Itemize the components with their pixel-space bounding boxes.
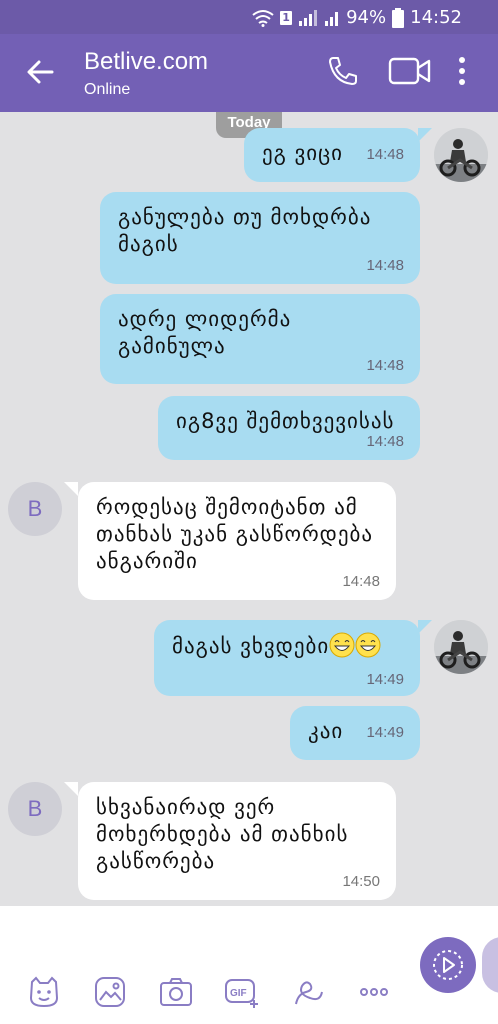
user-photo-icon [434,128,488,182]
video-call-icon[interactable] [388,54,432,88]
status-bar: 1 94% 14:52 [0,0,498,34]
message-text: განულება თუ მოხდრბა მაგის [118,205,372,256]
laughing-emoji-icon [355,632,381,658]
more-options-icon[interactable] [456,54,468,88]
svg-text:GIF: GIF [230,988,247,999]
message-time: 14:48 [366,146,404,163]
avatar[interactable] [434,620,488,674]
wifi-icon [252,9,274,27]
sticker-icon[interactable] [26,974,62,1010]
signal-icon-2 [325,11,339,26]
bubble-tail [418,128,432,142]
message-time: 14:48 [366,257,404,274]
bubble-tail [418,620,432,634]
more-icon[interactable] [356,974,392,1010]
back-arrow-icon[interactable] [22,54,58,90]
message-bubble[interactable]: ეგ ვიცი 14:48 [244,128,420,182]
message-text: სხვანაირად ვერ მოხერხდება ამ თანხის გასწ… [96,795,349,873]
camera-icon[interactable] [158,974,194,1010]
laughing-emoji-icon [329,632,355,658]
doodle-icon[interactable] [290,974,326,1010]
message-text-wrap: მაგას ვხვდები [172,632,381,660]
bubble-tail [64,482,78,496]
message-bubble[interactable]: როდესაც შემოიტანთ ამ თანხას უკან გასწორდ… [78,482,396,600]
message-bubble[interactable]: სხვანაირად ვერ მოხერხდება ამ თანხის გასწ… [78,782,396,900]
message-bubble[interactable]: განულება თუ მოხდრბა მაგის 14:48 [100,192,420,284]
user-photo-icon [434,620,488,674]
message-list[interactable]: Today ეგ ვიცი 14:48 განულება თუ მოხდრბა … [0,112,498,906]
contact-avatar[interactable]: B [8,782,62,836]
sim-indicator: 1 [280,10,293,25]
avatar[interactable] [434,128,488,182]
message-text: მაგას ვხვდები [172,634,330,658]
clock: 14:52 [410,7,462,28]
app-bar: Betlive.com Online [0,34,498,112]
message-bubble[interactable]: იგ8ვე შემთხვევისას 14:48 [158,396,420,460]
message-text: ადრე ლიდერმა გამინულა [118,307,292,358]
message-bubble[interactable]: მაგას ვხვდები 14:49 [154,620,420,696]
phone-icon[interactable] [326,54,360,88]
signal-icon [299,9,318,26]
video-message-button[interactable] [420,937,476,993]
play-icon [433,950,463,980]
battery-icon [392,7,405,28]
message-text: როდესაც შემოიტანთ ამ თანხას უკან გასწორდ… [96,495,374,573]
gif-icon[interactable]: GIF [224,974,260,1010]
gallery-icon[interactable] [92,974,128,1010]
chat-status: Online [84,81,131,98]
message-time: 14:49 [366,671,404,688]
message-text: იგ8ვე შემთხვევისას [176,409,395,433]
message-time: 14:48 [366,433,404,450]
message-time: 14:48 [366,357,404,374]
message-bubble[interactable]: კაი 14:49 [290,706,420,760]
bubble-tail [64,782,78,796]
message-time: 14:49 [366,724,404,741]
battery-percent: 94% [346,7,387,28]
message-time: 14:48 [342,573,380,590]
message-text: ეგ ვიცი [262,141,344,165]
chat-title: Betlive.com [84,48,209,75]
message-bubble[interactable]: ადრე ლიდერმა გამინულა 14:48 [100,294,420,384]
contact-avatar[interactable]: B [8,482,62,536]
message-time: 14:50 [342,873,380,890]
message-text: კაი [308,719,344,743]
